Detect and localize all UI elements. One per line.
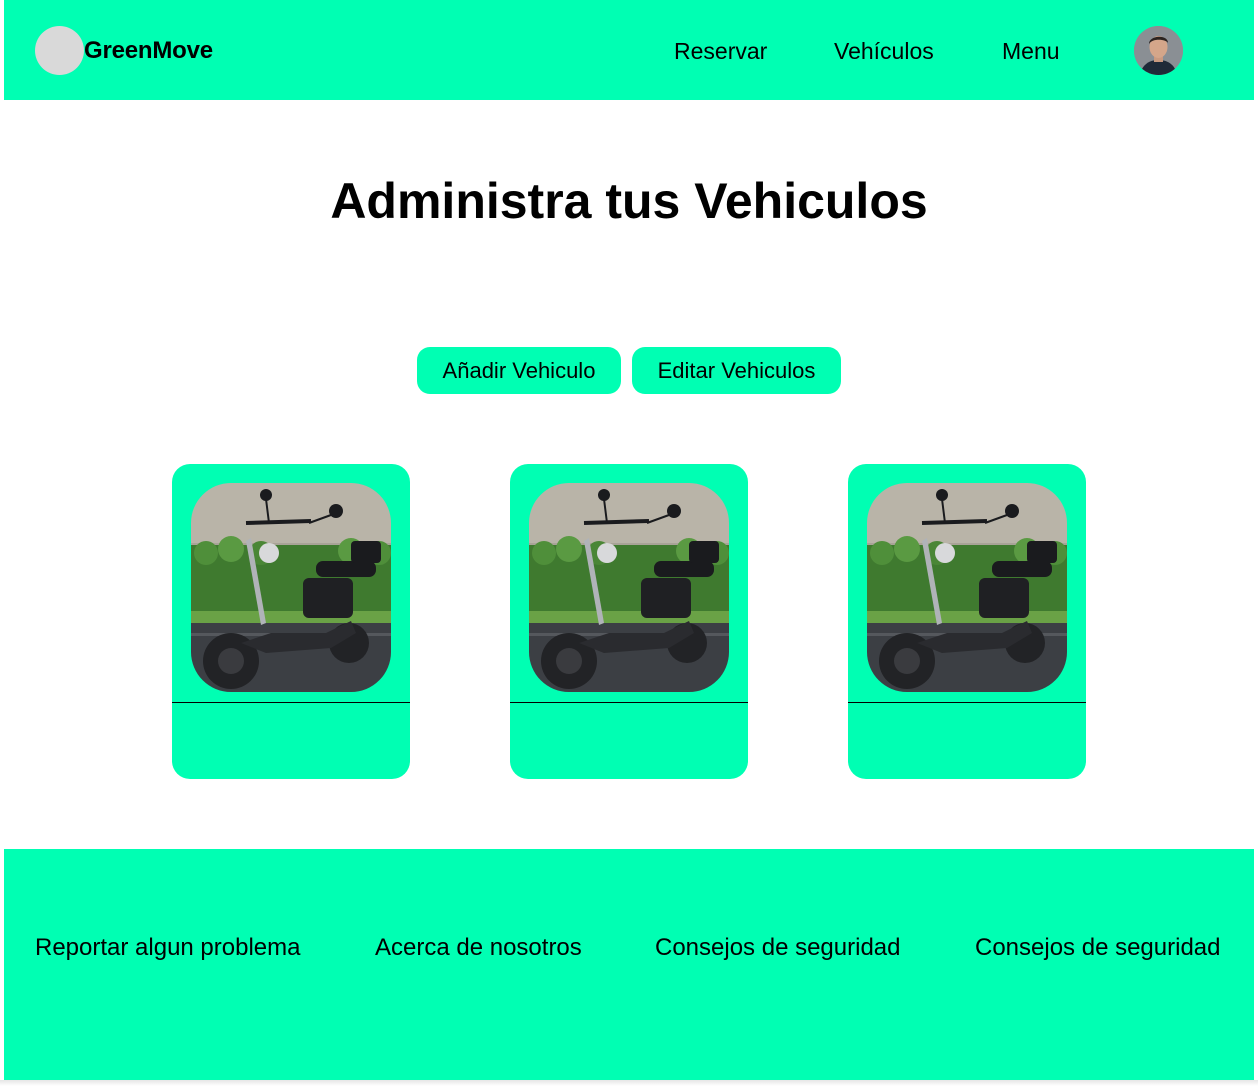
top-navbar: GreenMove Reservar Vehículos Menu (4, 0, 1254, 100)
page-edge-shadow (0, 1080, 1258, 1086)
card-divider (172, 702, 410, 703)
card-divider (510, 702, 748, 703)
logo-icon[interactable] (35, 26, 84, 75)
nav-menu[interactable]: Menu (1002, 36, 1060, 66)
footer-link-safety-tips-2[interactable]: Consejos de seguridad (975, 933, 1221, 963)
scooter-image-icon (191, 483, 391, 692)
vehicle-image (191, 483, 391, 692)
scooter-image-icon (867, 483, 1067, 692)
avatar[interactable] (1134, 26, 1183, 75)
user-avatar-icon (1134, 26, 1183, 75)
vehicle-image (529, 483, 729, 692)
footer: Reportar algun problema Acerca de nosotr… (4, 849, 1254, 1080)
card-divider (848, 702, 1086, 703)
edit-vehicles-button[interactable]: Editar Vehiculos (632, 347, 841, 394)
vehicle-card[interactable] (848, 464, 1086, 779)
footer-link-safety-tips[interactable]: Consejos de seguridad (655, 933, 901, 963)
nav-vehiculos[interactable]: Vehículos (834, 36, 934, 66)
vehicle-card[interactable] (510, 464, 748, 779)
scooter-image-icon (529, 483, 729, 692)
vehicle-image (867, 483, 1067, 692)
brand-name[interactable]: GreenMove (84, 36, 213, 66)
footer-link-report-problem[interactable]: Reportar algun problema (35, 933, 301, 963)
page-frame: GreenMove Reservar Vehículos Menu Admini… (4, 0, 1254, 1080)
add-vehicle-button[interactable]: Añadir Vehiculo (417, 347, 621, 394)
page-title: Administra tus Vehiculos (330, 173, 928, 229)
vehicle-card[interactable] (172, 464, 410, 779)
footer-link-about-us[interactable]: Acerca de nosotros (375, 933, 582, 963)
nav-reservar[interactable]: Reservar (674, 36, 767, 66)
